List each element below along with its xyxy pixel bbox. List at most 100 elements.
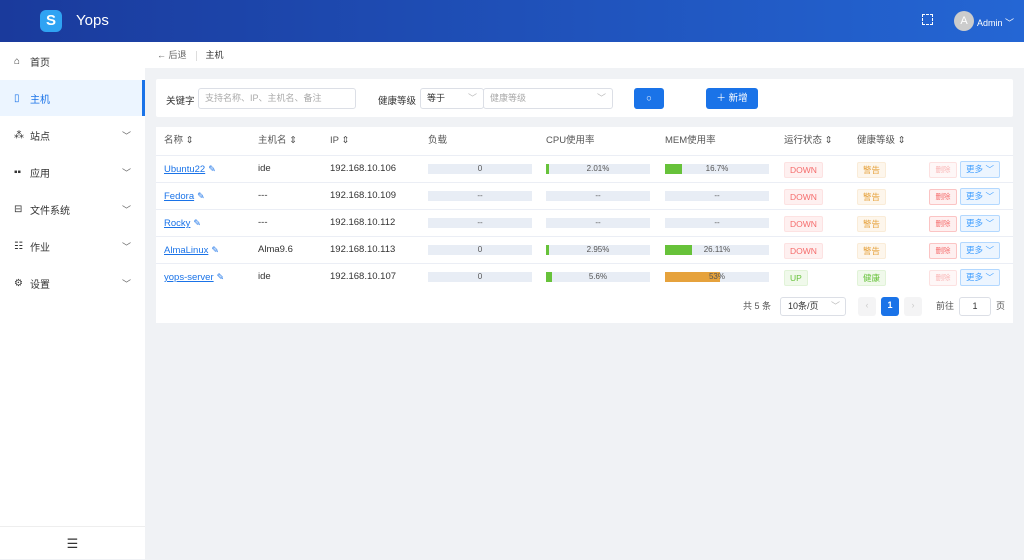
cpu-value: 2.95% [587, 245, 610, 254]
operator-select[interactable]: 等于﹀ [420, 88, 484, 109]
sidebar: ⌂首页 ▯主机 ⁂站点﹀ ▪▪应用﹀ ⊟文件系统﹀ ☷作业﹀ ⚙设置﹀ ☰ [0, 42, 145, 559]
ip-cell: 192.168.10.107 [330, 264, 396, 290]
sidebar-item-filesystem[interactable]: ⊟文件系统﹀ [0, 191, 145, 227]
health-select[interactable]: 健康等级﹀ [483, 88, 613, 109]
add-label: 新增 [729, 93, 748, 104]
table-row: yops-server✎ ide 192.168.10.107 0 5.6% 5… [156, 263, 1013, 290]
avatar[interactable]: A [954, 11, 974, 31]
add-button[interactable]: ＋ 新增 [706, 88, 758, 109]
delete-button[interactable]: 删除 [929, 216, 957, 232]
cpu-bar: -- [546, 218, 650, 228]
host-name-link[interactable]: Rocky [164, 218, 190, 229]
divider [196, 51, 197, 61]
more-button[interactable]: 更多 ﹀ [960, 215, 1000, 232]
mem-bar-fill [665, 245, 692, 255]
host-name-link[interactable]: Ubuntu22 [164, 164, 205, 175]
back-button[interactable]: ← 后退 [157, 50, 187, 60]
sidebar-item-settings[interactable]: ⚙设置﹀ [0, 265, 145, 301]
host-name-link[interactable]: AlmaLinux [164, 245, 208, 256]
chevron-down-icon: ﹀ [122, 277, 131, 290]
user-menu[interactable]: Admin ﹀ [977, 16, 1014, 29]
edit-icon[interactable]: ✎ [193, 218, 201, 228]
cpu-bar-fill [546, 272, 552, 282]
collapse-menu-icon[interactable]: ☰ [0, 526, 145, 559]
more-button[interactable]: 更多 ﹀ [960, 269, 1000, 286]
cpu-value: 2.01% [587, 164, 610, 173]
host-name-cell: AlmaLinux✎ [164, 237, 219, 264]
sidebar-item-label: 文件系统 [30, 202, 70, 217]
sidebar-item-label: 主机 [30, 91, 50, 106]
mem-bar: -- [665, 191, 769, 201]
cpu-value: 5.6% [589, 272, 607, 281]
chevron-down-icon: ﹀ [122, 166, 131, 179]
sidebar-item-sites[interactable]: ⁂站点﹀ [0, 117, 145, 153]
more-label: 更多 [966, 164, 983, 174]
delete-button[interactable]: 删除 [929, 162, 957, 178]
cpu-value: -- [595, 191, 600, 200]
column-header-hostname[interactable]: 主机名 ⇕ [258, 127, 297, 155]
cpu-bar: 5.6% [546, 272, 650, 282]
load-value: 0 [478, 245, 482, 254]
cpu-bar: -- [546, 191, 650, 201]
chevron-down-icon: ﹀ [985, 272, 994, 282]
column-header-mem: MEM使用率 [665, 127, 716, 155]
page-size-select[interactable]: 10条/页﹀ [780, 297, 846, 316]
delete-button[interactable]: 删除 [929, 270, 957, 286]
host-name-cell: yops-server✎ [164, 264, 224, 291]
sidebar-item-label: 首页 [30, 54, 50, 69]
sidebar-item-apps[interactable]: ▪▪应用﹀ [0, 154, 145, 190]
delete-button[interactable]: 删除 [929, 243, 957, 259]
more-button[interactable]: 更多 ﹀ [960, 161, 1000, 178]
load-value: -- [477, 218, 482, 227]
edit-icon[interactable]: ✎ [197, 191, 205, 201]
mem-bar-fill [665, 164, 682, 174]
chevron-down-icon: ﹀ [985, 245, 994, 255]
more-button[interactable]: 更多 ﹀ [960, 188, 1000, 205]
more-button[interactable]: 更多 ﹀ [960, 242, 1000, 259]
breadcrumb: ← 后退主机 [145, 42, 1024, 68]
load-value: 0 [478, 272, 482, 281]
load-bar: 0 [428, 272, 532, 282]
sidebar-item-home[interactable]: ⌂首页 [0, 43, 145, 79]
sidebar-item-jobs[interactable]: ☷作业﹀ [0, 228, 145, 264]
chevron-down-icon: ﹀ [985, 191, 994, 201]
edit-icon[interactable]: ✎ [211, 245, 219, 255]
chevron-down-icon: ﹀ [985, 164, 994, 174]
mem-bar: -- [665, 218, 769, 228]
goto-page-input[interactable]: 1 [959, 297, 991, 316]
fullscreen-icon[interactable] [922, 14, 933, 25]
host-name-link[interactable]: yops-server [164, 272, 214, 283]
mem-bar: 53% [665, 272, 769, 282]
mem-value: 26.11% [704, 245, 731, 254]
more-label: 更多 [966, 245, 983, 255]
chevron-down-icon: ﹀ [1005, 18, 1014, 28]
gear-icon: ⚙ [14, 278, 26, 289]
column-header-ip[interactable]: IP ⇕ [330, 127, 349, 155]
search-icon: ○ [646, 93, 652, 104]
search-button[interactable]: ○ [634, 88, 664, 109]
logo-icon: S [40, 10, 62, 32]
column-header-health[interactable]: 健康等级 ⇕ [857, 127, 906, 155]
cpu-bar-fill [546, 164, 549, 174]
ip-cell: 192.168.10.112 [330, 210, 395, 236]
delete-button[interactable]: 删除 [929, 189, 957, 205]
back-label: 后退 [169, 50, 187, 60]
more-label: 更多 [966, 272, 983, 282]
hostname-cell: --- [258, 210, 268, 236]
host-name-link[interactable]: Fedora [164, 191, 194, 202]
keyword-input[interactable]: 支持名称、IP、主机名、备注 [198, 88, 356, 109]
sidebar-item-hosts[interactable]: ▯主机 [0, 80, 145, 116]
column-header-status[interactable]: 运行状态 ⇕ [784, 127, 833, 155]
prev-page-button[interactable]: ‹ [858, 297, 876, 316]
page-1-button[interactable]: 1 [881, 297, 899, 316]
next-page-button[interactable]: › [904, 297, 922, 316]
edit-icon[interactable]: ✎ [208, 164, 216, 174]
hostname-cell: ide [258, 156, 271, 182]
filter-bar: 关键字 支持名称、IP、主机名、备注 健康等级 等于﹀ 健康等级﹀ ○ ＋ 新增 [156, 79, 1013, 117]
ip-cell: 192.168.10.109 [330, 183, 396, 209]
column-header-name[interactable]: 名称 ⇕ [164, 127, 194, 155]
cpu-bar: 2.01% [546, 164, 650, 174]
edit-icon[interactable]: ✎ [217, 272, 225, 282]
chevron-down-icon: ﹀ [468, 89, 477, 108]
mem-bar: 26.11% [665, 245, 769, 255]
